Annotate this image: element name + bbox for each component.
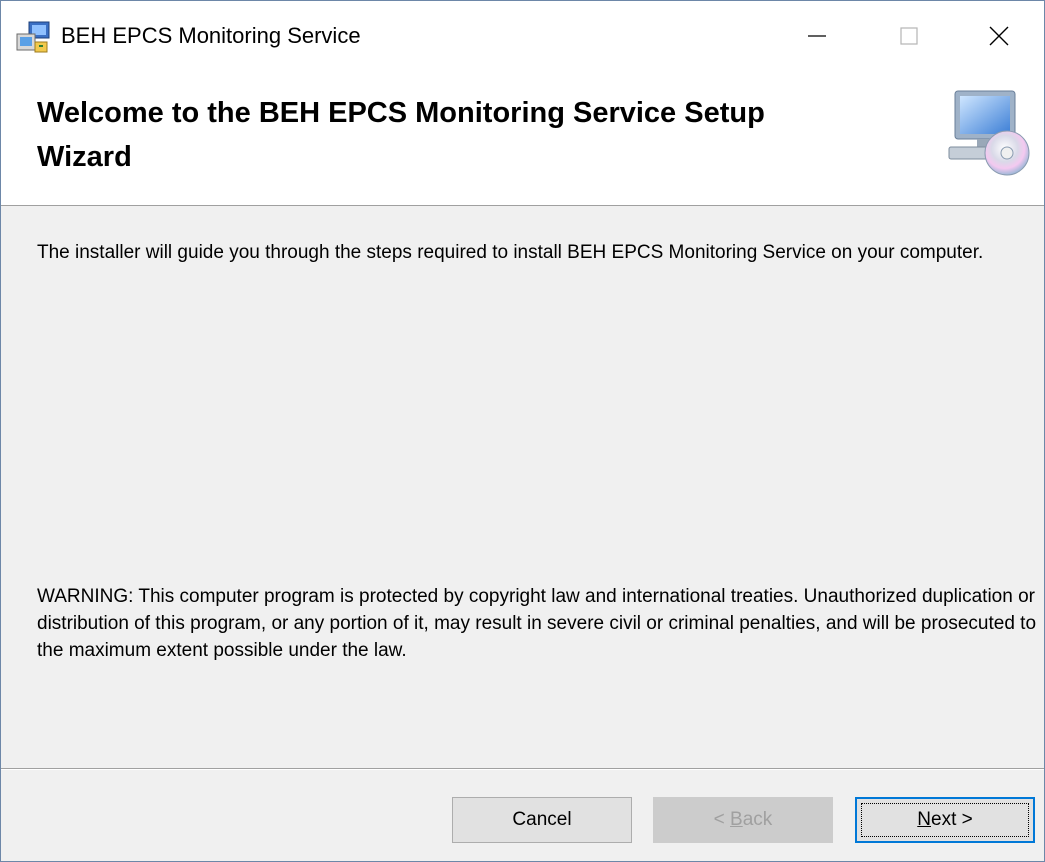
minimize-icon bbox=[808, 35, 826, 37]
minimize-button[interactable] bbox=[771, 1, 863, 71]
back-label: < Back bbox=[713, 809, 773, 830]
back-button[interactable]: < Back bbox=[653, 797, 833, 843]
maximize-button[interactable] bbox=[863, 1, 955, 71]
button-separator bbox=[1, 768, 1044, 770]
focus-rect bbox=[861, 803, 1029, 837]
intro-text: The installer will guide you through the… bbox=[37, 242, 984, 263]
close-icon bbox=[989, 26, 1009, 46]
header-panel: Welcome to the BEH EPCS Monitoring Servi… bbox=[1, 75, 1044, 206]
content-panel: The installer will guide you through the… bbox=[1, 206, 1044, 766]
cancel-label: Cancel bbox=[512, 809, 572, 830]
cancel-button[interactable]: Cancel bbox=[452, 797, 632, 843]
copyright-warning: WARNING: This computer program is protec… bbox=[37, 586, 1037, 661]
title-bar[interactable]: BEH EPCS Monitoring Service bbox=[1, 1, 1044, 75]
installer-icon bbox=[16, 21, 50, 53]
page-title: Welcome to the BEH EPCS Monitoring Servi… bbox=[37, 97, 765, 173]
computer-cd-icon bbox=[948, 90, 1030, 176]
next-button[interactable]: Next > bbox=[855, 797, 1035, 843]
setup-wizard-window: BEH EPCS Monitoring Service Welcome to t… bbox=[0, 0, 1045, 862]
window-title: BEH EPCS Monitoring Service bbox=[61, 23, 361, 48]
close-button[interactable] bbox=[953, 1, 1044, 71]
maximize-icon bbox=[900, 27, 918, 45]
